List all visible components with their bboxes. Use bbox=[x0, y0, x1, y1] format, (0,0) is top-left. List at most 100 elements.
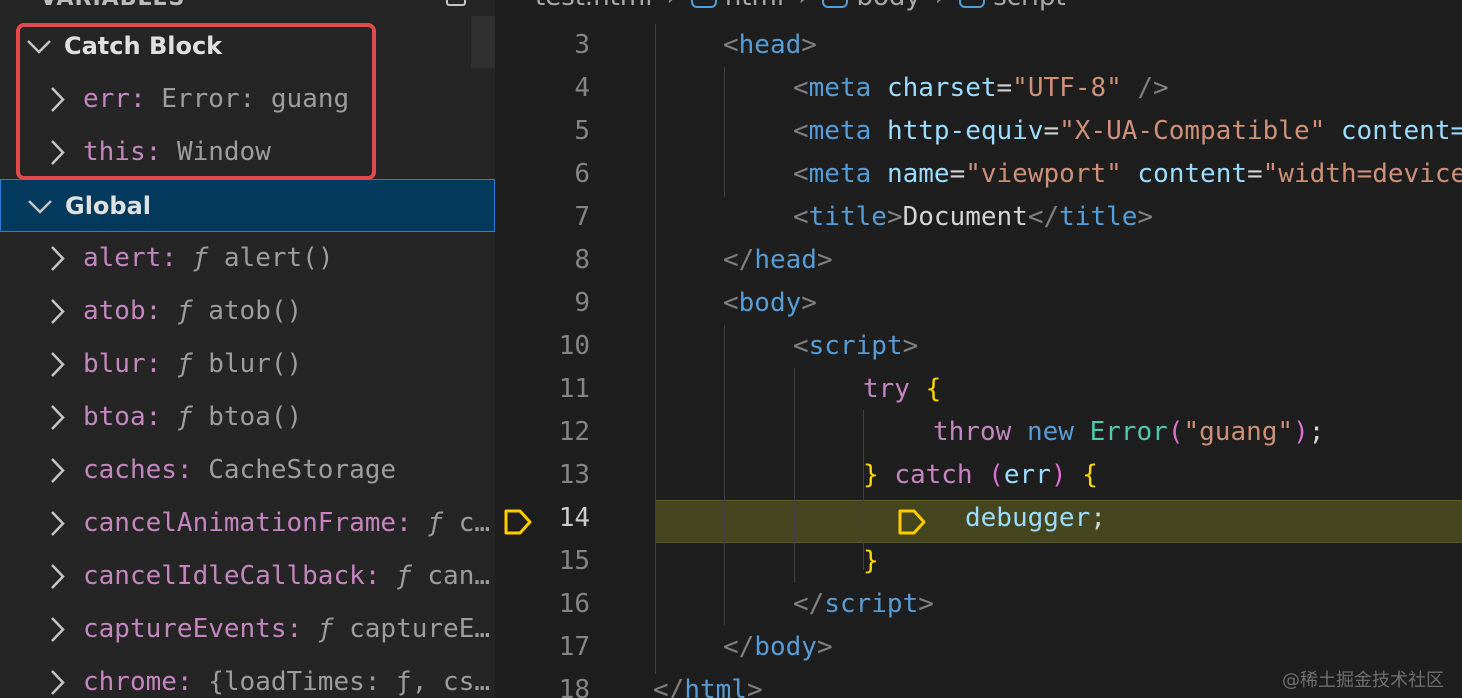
chevron-right-icon[interactable] bbox=[44, 126, 70, 179]
variable-text: btoa: ƒ btoa() bbox=[83, 391, 493, 444]
function-glyph: ƒ bbox=[176, 402, 209, 432]
code-line[interactable]: 14 debugger; bbox=[495, 497, 1462, 540]
breakpoint-pause-icon[interactable] bbox=[503, 508, 533, 536]
inline-breakpoint-icon[interactable] bbox=[897, 508, 927, 536]
indent-guide bbox=[863, 410, 864, 570]
variable-value: blur() bbox=[208, 349, 303, 379]
variable-name: cancelAnimationFrame bbox=[83, 508, 397, 538]
variable-row[interactable]: err: Error: guang bbox=[0, 73, 495, 126]
variable-row[interactable]: blur: ƒ blur() bbox=[0, 338, 495, 391]
code-token: </ bbox=[653, 675, 685, 698]
scope-catch-block[interactable]: Catch Block bbox=[0, 20, 495, 73]
code-line[interactable]: 8 </head> bbox=[495, 239, 1462, 282]
line-number[interactable]: 10 bbox=[559, 325, 590, 368]
colon: : bbox=[176, 667, 209, 697]
variable-row[interactable]: atob: ƒ atob() bbox=[0, 285, 495, 338]
chevron-right-icon[interactable] bbox=[44, 338, 70, 391]
line-number[interactable]: 13 bbox=[559, 454, 590, 497]
chevron-right-icon[interactable] bbox=[44, 497, 70, 550]
breadcrumb-item[interactable]: script bbox=[993, 0, 1065, 12]
line-number[interactable]: 3 bbox=[574, 24, 590, 67]
code-token: meta bbox=[808, 159, 872, 189]
variable-row[interactable]: captureEvents: ƒ captureE… bbox=[0, 603, 495, 656]
line-number[interactable]: 9 bbox=[574, 282, 590, 325]
chevron-right-icon[interactable] bbox=[44, 550, 70, 603]
code-line[interactable]: 15} bbox=[495, 540, 1462, 583]
scope-global[interactable]: Global bbox=[0, 179, 495, 232]
code-token: /> bbox=[1137, 73, 1169, 103]
variable-row[interactable]: cancelIdleCallback: ƒ can… bbox=[0, 550, 495, 603]
chevron-right-icon[interactable] bbox=[44, 444, 70, 497]
variable-text: captureEvents: ƒ captureE… bbox=[83, 603, 493, 656]
breadcrumb-item[interactable]: test.html bbox=[535, 0, 652, 12]
chevron-right-icon[interactable] bbox=[44, 73, 70, 126]
breadcrumb-item[interactable]: body bbox=[856, 0, 920, 12]
line-number[interactable]: 5 bbox=[574, 110, 590, 153]
code-line[interactable]: 10 <script> bbox=[495, 325, 1462, 368]
code-line[interactable]: 5 <meta http-equiv="X-UA-Compatible" cont… bbox=[495, 110, 1462, 153]
code-token: head bbox=[754, 245, 817, 275]
code-token: > bbox=[801, 288, 817, 318]
code-token: < bbox=[793, 331, 809, 361]
line-number[interactable]: 18 bbox=[559, 669, 590, 698]
code-line[interactable]: 12 throw new Error("guang"); bbox=[495, 411, 1462, 454]
line-number[interactable]: 6 bbox=[574, 153, 590, 196]
function-glyph: ƒ bbox=[317, 614, 350, 644]
variable-value: btoa() bbox=[208, 402, 303, 432]
code-line[interactable]: 9 <body> bbox=[495, 282, 1462, 325]
line-number[interactable]: 11 bbox=[559, 368, 590, 411]
chevron-down-icon[interactable] bbox=[25, 180, 55, 233]
chevron-right-icon[interactable] bbox=[44, 603, 70, 656]
variable-row[interactable]: cancelAnimationFrame: ƒ c… bbox=[0, 497, 495, 550]
chevron-down-icon[interactable] bbox=[24, 20, 54, 73]
code-line[interactable]: 4 <meta charset="UTF-8" /> bbox=[495, 67, 1462, 110]
variable-name: cancelIdleCallback bbox=[83, 561, 365, 591]
code-text: </script> bbox=[793, 583, 934, 626]
line-number[interactable]: 14 bbox=[559, 497, 590, 540]
code-line[interactable]: 17 </body> bbox=[495, 626, 1462, 669]
chevron-right-icon[interactable] bbox=[44, 656, 70, 698]
collapse-all-icon[interactable] bbox=[446, 0, 466, 6]
line-number[interactable]: 7 bbox=[574, 196, 590, 239]
code-token: ; bbox=[1308, 417, 1325, 447]
variable-row[interactable]: alert: ƒ alert() bbox=[0, 232, 495, 285]
code-token: script bbox=[824, 589, 919, 619]
chevron-right-icon[interactable] bbox=[44, 391, 70, 444]
code-text: <meta http-equiv="X-UA-Compatible" conte… bbox=[793, 110, 1462, 153]
code-line[interactable]: 6 <meta name="viewport" content="width=de… bbox=[495, 153, 1462, 196]
code-line[interactable]: 16 </script> bbox=[495, 583, 1462, 626]
code-token: < bbox=[793, 116, 809, 146]
variable-row[interactable]: this: Window bbox=[0, 126, 495, 179]
chevron-right-icon[interactable] bbox=[44, 232, 70, 285]
code-token: body bbox=[738, 288, 802, 318]
scope-label: Global bbox=[65, 192, 152, 220]
line-number[interactable]: 15 bbox=[559, 540, 590, 583]
line-number[interactable]: 4 bbox=[574, 67, 590, 110]
variable-value: c… bbox=[458, 508, 491, 538]
variable-text: this: Window bbox=[83, 126, 493, 179]
panel-header: VARIABLES bbox=[0, 0, 495, 16]
variable-text: err: Error: guang bbox=[83, 73, 493, 126]
code-token: ) bbox=[1050, 460, 1067, 490]
variable-name: chrome bbox=[83, 667, 177, 697]
chevron-right-icon[interactable] bbox=[44, 285, 70, 338]
variable-row[interactable]: btoa: ƒ btoa() bbox=[0, 391, 495, 444]
code-token: ( bbox=[1167, 417, 1184, 447]
code-line[interactable]: 13} catch (err) { bbox=[495, 454, 1462, 497]
variable-row[interactable]: caches: CacheStorage bbox=[0, 444, 495, 497]
line-number[interactable]: 12 bbox=[559, 411, 590, 454]
code-token: > bbox=[902, 331, 919, 361]
code-token: = bbox=[949, 159, 966, 189]
code-text: <title>Document</title> bbox=[793, 196, 1153, 239]
code-line[interactable]: 7 <title>Document</title> bbox=[495, 196, 1462, 239]
code-editor[interactable]: test.html›html›body›script 3<head>4<meta… bbox=[495, 0, 1462, 698]
line-number[interactable]: 8 bbox=[574, 239, 590, 282]
code-token: </ bbox=[723, 245, 755, 275]
code-line[interactable]: 3 <head> bbox=[495, 24, 1462, 67]
line-number[interactable]: 17 bbox=[559, 626, 590, 669]
breadcrumb-item[interactable]: html bbox=[725, 0, 784, 12]
code-line[interactable]: 11 try { bbox=[495, 368, 1462, 411]
variable-row[interactable]: chrome: {loadTimes: ƒ, cs… bbox=[0, 656, 495, 698]
line-number[interactable]: 16 bbox=[559, 583, 590, 626]
code-token: = bbox=[1247, 159, 1263, 189]
